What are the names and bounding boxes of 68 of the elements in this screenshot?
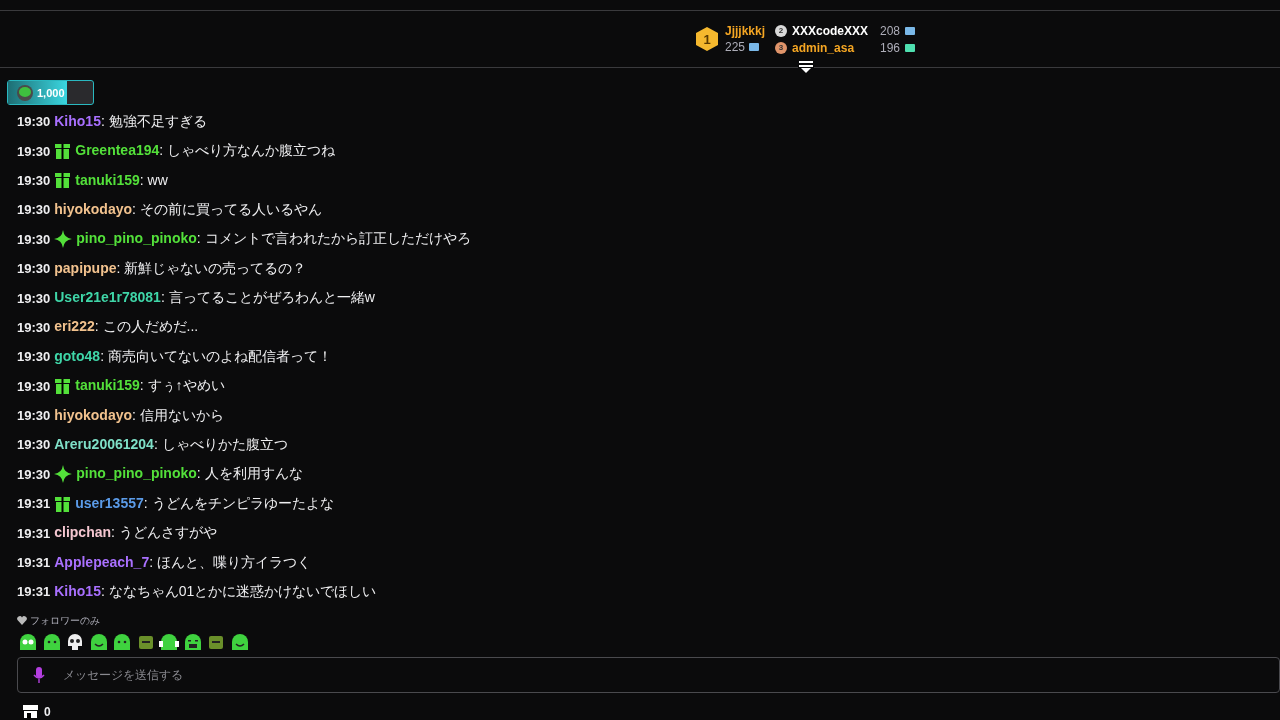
timestamp: 19:31 [17,525,51,541]
crying-emote-icon[interactable] [182,631,203,652]
username: Jjjjkkkj [725,24,765,38]
chat-message: User21e1r78081: 言ってることがぜろわんと一緒w [54,289,375,308]
message-box[interactable]: メッセージを送信する [17,656,1280,693]
store-icon[interactable] [23,705,38,719]
gift-icon [54,378,72,395]
smile-emote-icon[interactable] [88,631,109,652]
chat-message: Kiho15: ななちゃん01とかに迷惑かけないでほしい [54,582,377,601]
timestamp: 19:30 [17,172,51,188]
chat-message: hiyokodayo: その前に買ってる人いるやん [54,200,322,219]
chat-message: pino_pino_pinoko: 人を利用すんな [76,465,303,484]
chat-message: tanuki159: すぅ↑やめい [75,377,225,396]
chat-message: Greentea194: しゃべり方なんか腹立つね [75,142,336,161]
rank-medal: 2 [775,24,787,37]
skull-emote-icon[interactable] [65,631,85,652]
gift-icon [54,172,72,189]
goal-progress[interactable]: 1,000 [7,80,94,105]
timestamp: 19:30 [17,290,51,306]
expand-icon[interactable] [798,61,814,73]
chat-message: tanuki159: ww [75,172,168,189]
timestamp: 19:30 [17,114,51,130]
alien-emote-icon[interactable] [18,631,38,652]
blob-emote-icon[interactable] [41,631,62,652]
timestamp: 19:31 [17,555,51,571]
heart-icon [17,616,27,626]
chat-message: Applepeach_7: ほんと、喋り方イラつく [54,553,311,572]
store-count: 0 [44,704,51,719]
sparkle-icon [54,465,73,484]
points-count: 196 [880,40,900,55]
timestamp: 19:30 [17,202,51,218]
blob-emote-icon [16,83,34,102]
timestamp: 19:30 [17,231,51,247]
timestamp: 19:30 [17,349,51,365]
chat-message: papipupe: 新鮮じゃないの売ってるの？ [54,259,307,278]
chat-message: clipchan: うどんさすがや [54,524,217,543]
chat-message: goto48: 商売向いてないのよね配信者って！ [54,347,332,366]
headset-emote-icon[interactable] [159,631,179,652]
timestamp: 19:30 [17,319,51,335]
chat-message: Areru20061204: しゃべりかた腹立つ [54,436,288,454]
username: XXXcodeXXX [792,23,869,38]
gift-icon [54,143,72,160]
timestamp: 19:30 [17,378,51,394]
smile-emote-icon[interactable] [229,631,250,652]
timestamp: 19:30 [17,437,51,453]
timestamp: 19:31 [17,496,51,512]
goal-amount: 1,000 [37,86,65,99]
rank-badge-icon: 1 [695,26,719,52]
blob-emote-icon[interactable] [112,631,132,652]
timestamp: 19:30 [17,466,51,482]
timestamp: 19:31 [17,584,51,600]
chat-message: user13557: うどんをチンピラゆーたよな [75,494,334,513]
chat-message: Kiho15: 勉強不足すぎる [54,112,207,131]
gift-icon [54,495,72,512]
message-input[interactable]: メッセージを送信する [61,666,1279,683]
points-count: 208 [880,23,900,38]
timestamp: 19:30 [17,261,51,277]
timestamp: 19:30 [17,408,51,424]
chat-message: eri222: この人だめだ... [54,318,199,337]
points-count: 225 [725,40,745,54]
rank-medal: 3 [775,41,787,54]
username: admin_asa [792,40,855,55]
chat-message: pino_pino_pinoko: コメントで言われたから訂正しただけやろ [76,230,471,249]
timestamp: 19:30 [17,143,51,159]
sparkle-icon [54,230,73,249]
microphone-icon[interactable] [33,666,45,683]
chat-mode-text: フォロワーのみ [30,613,100,628]
chat-message: hiyokodayo: 信用ないから [54,406,224,425]
